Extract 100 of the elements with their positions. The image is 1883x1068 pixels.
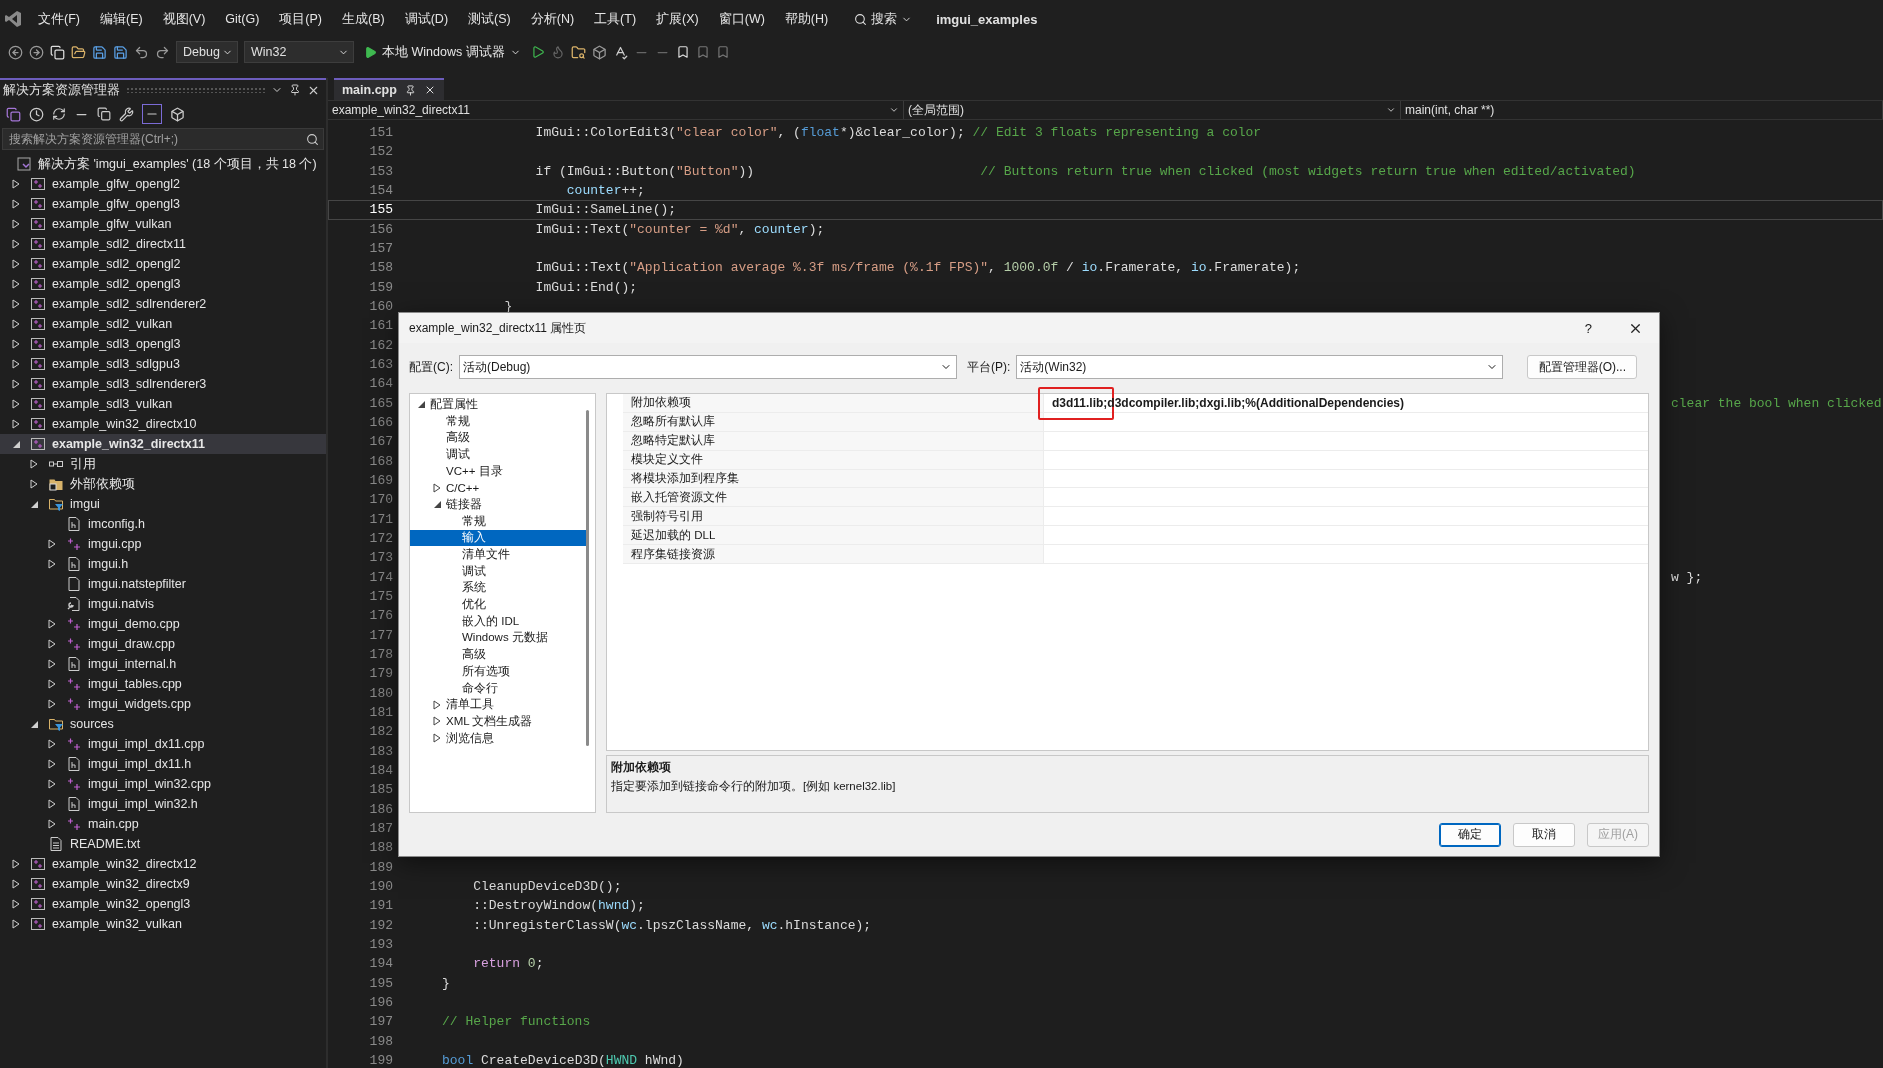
menu-item[interactable]: 帮助(H) — [774, 10, 839, 28]
project-dropdown[interactable]: example_win32_directx11 — [328, 101, 904, 119]
forward-icon[interactable] — [29, 44, 44, 60]
platform-dropdown[interactable]: Win32 — [244, 41, 354, 63]
expand-arrow-icon[interactable] — [433, 733, 441, 744]
tree-item[interactable]: example_glfw_opengl2 — [0, 174, 326, 194]
tree-item[interactable]: example_sdl2_opengl2 — [0, 254, 326, 274]
scope-dropdown[interactable]: (全局范围) — [904, 101, 1401, 119]
tree-item[interactable]: imgui_tables.cpp — [0, 674, 326, 694]
box-icon[interactable] — [591, 44, 607, 60]
search-button[interactable]: 搜索 — [848, 8, 919, 30]
settings-tree-item[interactable]: 所有选项 — [410, 663, 586, 680]
menu-item[interactable]: 调试(D) — [394, 10, 459, 28]
sync-icon[interactable] — [52, 107, 66, 121]
collapse-arrow-icon[interactable] — [433, 500, 441, 508]
tree-item[interactable]: imgui_widgets.cpp — [0, 694, 326, 714]
back-icon[interactable] — [8, 44, 23, 60]
settings-tree-item[interactable]: 常规 — [410, 512, 586, 530]
search-icon[interactable] — [306, 132, 319, 146]
configuration-manager-button[interactable]: 配置管理器(O)... — [1527, 355, 1638, 379]
configuration-select[interactable]: 活动(Debug) — [459, 355, 957, 379]
menu-item[interactable]: 视图(V) — [152, 10, 216, 28]
settings-tree-item[interactable]: 高级 — [410, 646, 586, 663]
tree-item[interactable]: example_win32_vulkan — [0, 914, 326, 934]
property-name[interactable]: 程序集链接资源 — [623, 545, 1044, 563]
configuration-dropdown[interactable]: Debug — [176, 41, 238, 63]
tree-item[interactable]: example_win32_directx12 — [0, 854, 326, 874]
tree-item[interactable]: README.txt — [0, 834, 326, 854]
pin-icon[interactable] — [289, 84, 301, 96]
tree-item[interactable]: imgui_impl_dx11.cpp — [0, 734, 326, 754]
property-name[interactable]: 嵌入托管资源文件 — [623, 488, 1044, 507]
settings-tree-item[interactable]: 系统 — [410, 579, 586, 597]
tree-item[interactable]: imgui_draw.cpp — [0, 634, 326, 654]
help-button[interactable]: ? — [1564, 320, 1612, 336]
tree-item[interactable]: imgui_impl_win32.cpp — [0, 774, 326, 794]
tree-item[interactable]: sources — [0, 714, 326, 734]
menu-item[interactable]: 文件(F) — [28, 10, 90, 28]
property-name[interactable]: 附加依赖项 — [623, 394, 1044, 412]
open-folder-icon[interactable] — [71, 44, 86, 60]
tree-item[interactable]: imgui_impl_win32.h — [0, 794, 326, 814]
settings-tree-item[interactable]: Windows 元数据 — [410, 629, 586, 647]
settings-tree-item[interactable]: VC++ 目录 — [410, 462, 586, 480]
settings-tree-item[interactable]: 清单文件 — [410, 546, 586, 563]
collapse-arrow-icon[interactable] — [12, 440, 20, 448]
flame-icon[interactable] — [550, 45, 565, 59]
settings-tree-item[interactable]: XML 文档生成器 — [410, 713, 586, 730]
tree-item[interactable]: example_sdl3_sdlrenderer3 — [0, 374, 326, 394]
dialog-button[interactable]: 取消 — [1513, 822, 1575, 847]
property-name[interactable]: 强制符号引用 — [623, 507, 1044, 526]
tree-item[interactable]: example_win32_directx10 — [0, 414, 326, 434]
settings-tree-item[interactable]: 调试 — [410, 446, 586, 463]
tree-item[interactable]: 外部依赖项 — [0, 474, 326, 494]
collapse-arrow-icon[interactable] — [417, 400, 425, 408]
member-dropdown[interactable]: main(int, char **) — [1401, 101, 1883, 119]
menu-item[interactable]: 扩展(X) — [646, 10, 709, 28]
settings-tree-item[interactable]: 链接器 — [410, 496, 586, 513]
menu-item[interactable]: 工具(T) — [584, 10, 647, 28]
menu-item[interactable]: 项目(P) — [269, 10, 332, 28]
search-field[interactable]: 搜索解决方案资源管理器(Ctrl+;) — [2, 128, 324, 150]
tree-item[interactable]: example_sdl2_opengl3 — [0, 274, 326, 294]
settings-tree-item[interactable]: 常规 — [410, 412, 586, 430]
tree-item[interactable]: main.cpp — [0, 814, 326, 834]
undo-icon[interactable] — [134, 44, 149, 60]
expand-arrow-icon[interactable] — [433, 716, 441, 727]
dialog-button[interactable]: 确定 — [1439, 822, 1501, 847]
tree-item[interactable]: example_sdl2_sdlrenderer2 — [0, 294, 326, 314]
tree-item[interactable]: example_win32_directx9 — [0, 874, 326, 894]
tree-item[interactable]: imgui_internal.h — [0, 654, 326, 674]
settings-tree-item[interactable]: 清单工具 — [410, 696, 586, 714]
copy-icon[interactable] — [97, 107, 111, 121]
tree-item[interactable]: example_glfw_opengl3 — [0, 194, 326, 214]
settings-tree-item[interactable]: 输入 — [410, 529, 586, 547]
tree-item[interactable]: example_sdl3_vulkan — [0, 394, 326, 414]
tree-item[interactable]: example_win32_directx11 — [0, 434, 326, 454]
tree-item[interactable]: imgui.cpp — [0, 534, 326, 554]
menu-item[interactable]: Git(G) — [215, 12, 270, 26]
tree-item[interactable]: 引用 — [0, 454, 326, 474]
tree-item[interactable]: 解决方案 'imgui_examples' (18 个项目，共 18 个) — [0, 154, 326, 174]
tree-item[interactable]: imconfig.h — [0, 514, 326, 534]
play-icon[interactable] — [530, 45, 545, 59]
property-name[interactable]: 延迟加载的 DLL — [623, 526, 1044, 545]
settings-tree-item[interactable]: 调试 — [410, 562, 586, 580]
tree-item[interactable]: imgui_demo.cpp — [0, 614, 326, 634]
save-all-icon[interactable] — [113, 44, 128, 60]
settings-tree-item[interactable]: 嵌入的 IDL — [410, 612, 586, 630]
settings-tree-item[interactable]: C/C++ — [410, 479, 586, 497]
tree-item[interactable]: imgui_impl_dx11.h — [0, 754, 326, 774]
tree-item[interactable]: example_sdl3_sdlgpu3 — [0, 354, 326, 374]
pin-icon[interactable] — [404, 84, 416, 96]
settings-tree-item[interactable]: 优化 — [410, 596, 586, 613]
settings-tree-item[interactable]: 高级 — [410, 429, 586, 447]
clock-icon[interactable] — [29, 106, 44, 122]
platform-select[interactable]: 活动(Win32) — [1016, 355, 1504, 379]
expand-arrow-icon[interactable] — [433, 482, 441, 493]
menu-item[interactable]: 分析(N) — [520, 10, 585, 28]
start-debugging-button[interactable]: 本地 Windows 调试器 — [360, 43, 525, 61]
folder-search-icon[interactable] — [570, 44, 586, 60]
tree-item[interactable]: imgui.natvis — [0, 594, 326, 614]
collapse-arrow-icon[interactable] — [30, 500, 38, 508]
menu-item[interactable]: 生成(B) — [332, 10, 395, 28]
